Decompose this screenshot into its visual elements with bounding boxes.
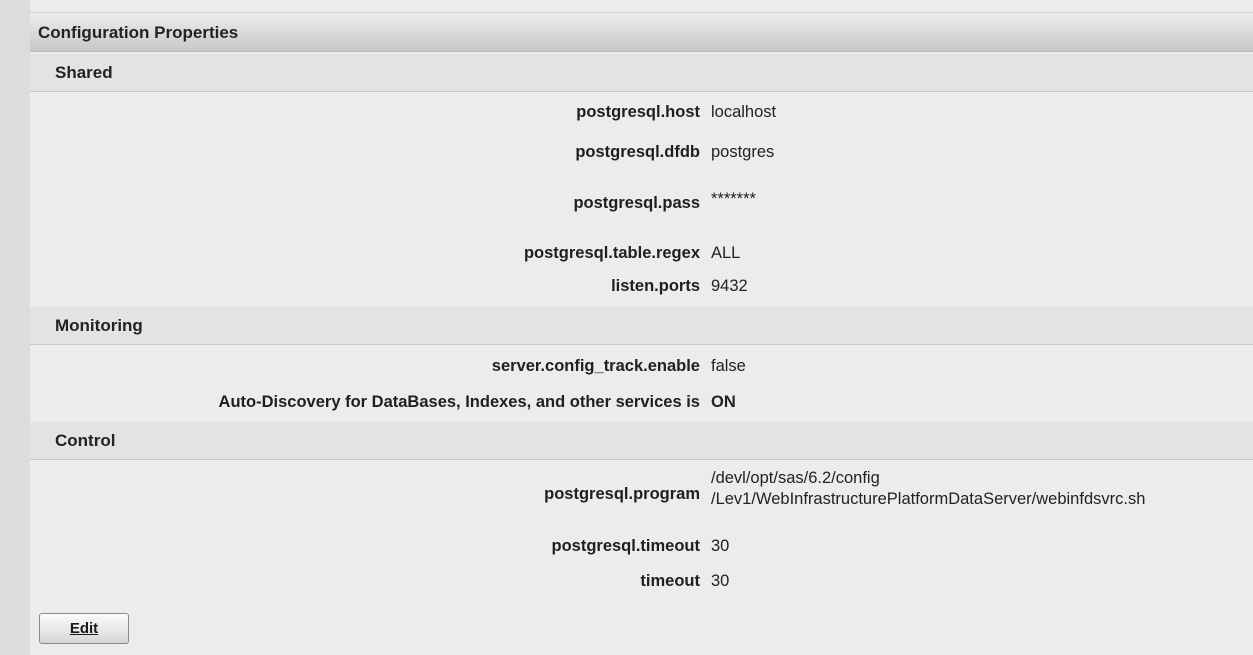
property-value: 30 [711,537,730,555]
property-value: ALL [711,244,741,262]
property-key: listen.ports [611,277,700,295]
section-header-shared: Shared [30,54,1253,92]
property-row-postgresql-dfdb: postgresql.dfdb postgres [0,136,1253,168]
property-key: postgresql.timeout [551,537,700,555]
property-key: postgresql.dfdb [575,143,700,161]
property-key: server.config_track.enable [491,357,700,375]
property-row-postgresql-host: postgresql.host localhost [0,96,1253,128]
panel-title: Configuration Properties [30,12,1253,52]
property-row-postgresql-table-regex: postgresql.table.regex ALL [0,237,1253,269]
property-row-listen-ports: listen.ports 9432 [0,270,1253,302]
section-header-control: Control [30,422,1253,460]
property-value: 9432 [711,277,748,295]
property-value: false [711,357,746,375]
configuration-properties-panel: Configuration Properties Shared postgres… [30,0,1253,655]
property-key: postgresql.program [544,485,700,503]
property-value: ON [711,393,736,411]
property-row-postgresql-timeout: postgresql.timeout 30 [0,530,1253,562]
property-key: Auto-Discovery for DataBases, Indexes, a… [218,393,700,411]
property-value-multiline: /devl/opt/sas/6.2/config /Lev1/WebInfras… [711,468,1145,510]
property-row-auto-discovery: Auto-Discovery for DataBases, Indexes, a… [0,386,1253,418]
property-value: 30 [711,572,730,590]
property-row-postgresql-pass: postgresql.pass ******* [0,187,1253,219]
property-row-postgresql-program: postgresql.program /devl/opt/sas/6.2/con… [0,464,1253,524]
property-row-timeout: timeout 30 [0,565,1253,597]
property-value: postgres [711,143,775,161]
property-value-line-2: /Lev1/WebInfrastructurePlatformDataServe… [711,490,1146,508]
edit-button[interactable]: Edit [39,613,129,644]
property-row-server-config-track-enable: server.config_track.enable false [0,350,1253,382]
property-value: localhost [711,103,777,121]
property-key: postgresql.host [576,103,700,121]
property-key: postgresql.pass [573,194,700,212]
property-key: timeout [640,572,700,590]
property-value-line-1: /devl/opt/sas/6.2/config [711,469,880,487]
property-value-masked: ******* [711,190,756,208]
section-header-monitoring: Monitoring [30,307,1253,345]
property-key: postgresql.table.regex [523,244,700,262]
